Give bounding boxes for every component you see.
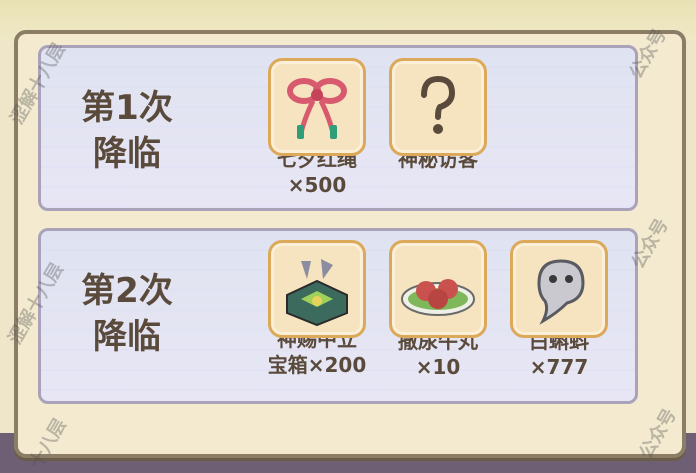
reward-slot xyxy=(268,240,366,338)
reward-slot xyxy=(510,240,608,338)
reward-item-mystery-visitor[interactable]: 神秘访客 xyxy=(383,58,493,172)
round-1-title-line2: 降临 xyxy=(93,134,161,174)
reward-item-neutral-chest[interactable]: 神赐中立 宝箱×200 xyxy=(262,240,372,378)
reward-slot xyxy=(389,240,487,338)
reward-item-meatballs[interactable]: 撒尿牛丸 ×10 xyxy=(383,240,493,380)
reward-item-red-rope[interactable]: 七夕红绳 ×500 xyxy=(262,58,372,198)
reward-name-line2: 宝箱 xyxy=(267,353,308,377)
round-2-title-line1: 第2次 xyxy=(81,271,173,311)
red-rope-icon xyxy=(287,78,347,139)
question-mark-icon xyxy=(421,75,456,134)
tadpole-icon xyxy=(537,259,585,325)
meatball-plate-icon xyxy=(401,279,475,316)
reward-item-white-tadpole[interactable]: 白蝌蚪 ×777 xyxy=(504,240,614,380)
reward-quantity-line: 宝箱×200 xyxy=(262,352,372,378)
treasure-chest-icon xyxy=(286,259,348,327)
round-2-title-line2: 降临 xyxy=(93,317,161,357)
reward-quantity: ×200 xyxy=(307,353,367,377)
reward-slot xyxy=(389,58,487,156)
reward-quantity: ×777 xyxy=(529,355,589,379)
reward-slot xyxy=(268,58,366,156)
round-1-title: 第1次 降临 xyxy=(62,85,192,177)
round-1-title-line1: 第1次 xyxy=(81,88,173,128)
reward-quantity: ×500 xyxy=(287,173,347,197)
round-2-title: 第2次 降临 xyxy=(62,268,192,360)
reward-quantity: ×10 xyxy=(415,355,461,379)
